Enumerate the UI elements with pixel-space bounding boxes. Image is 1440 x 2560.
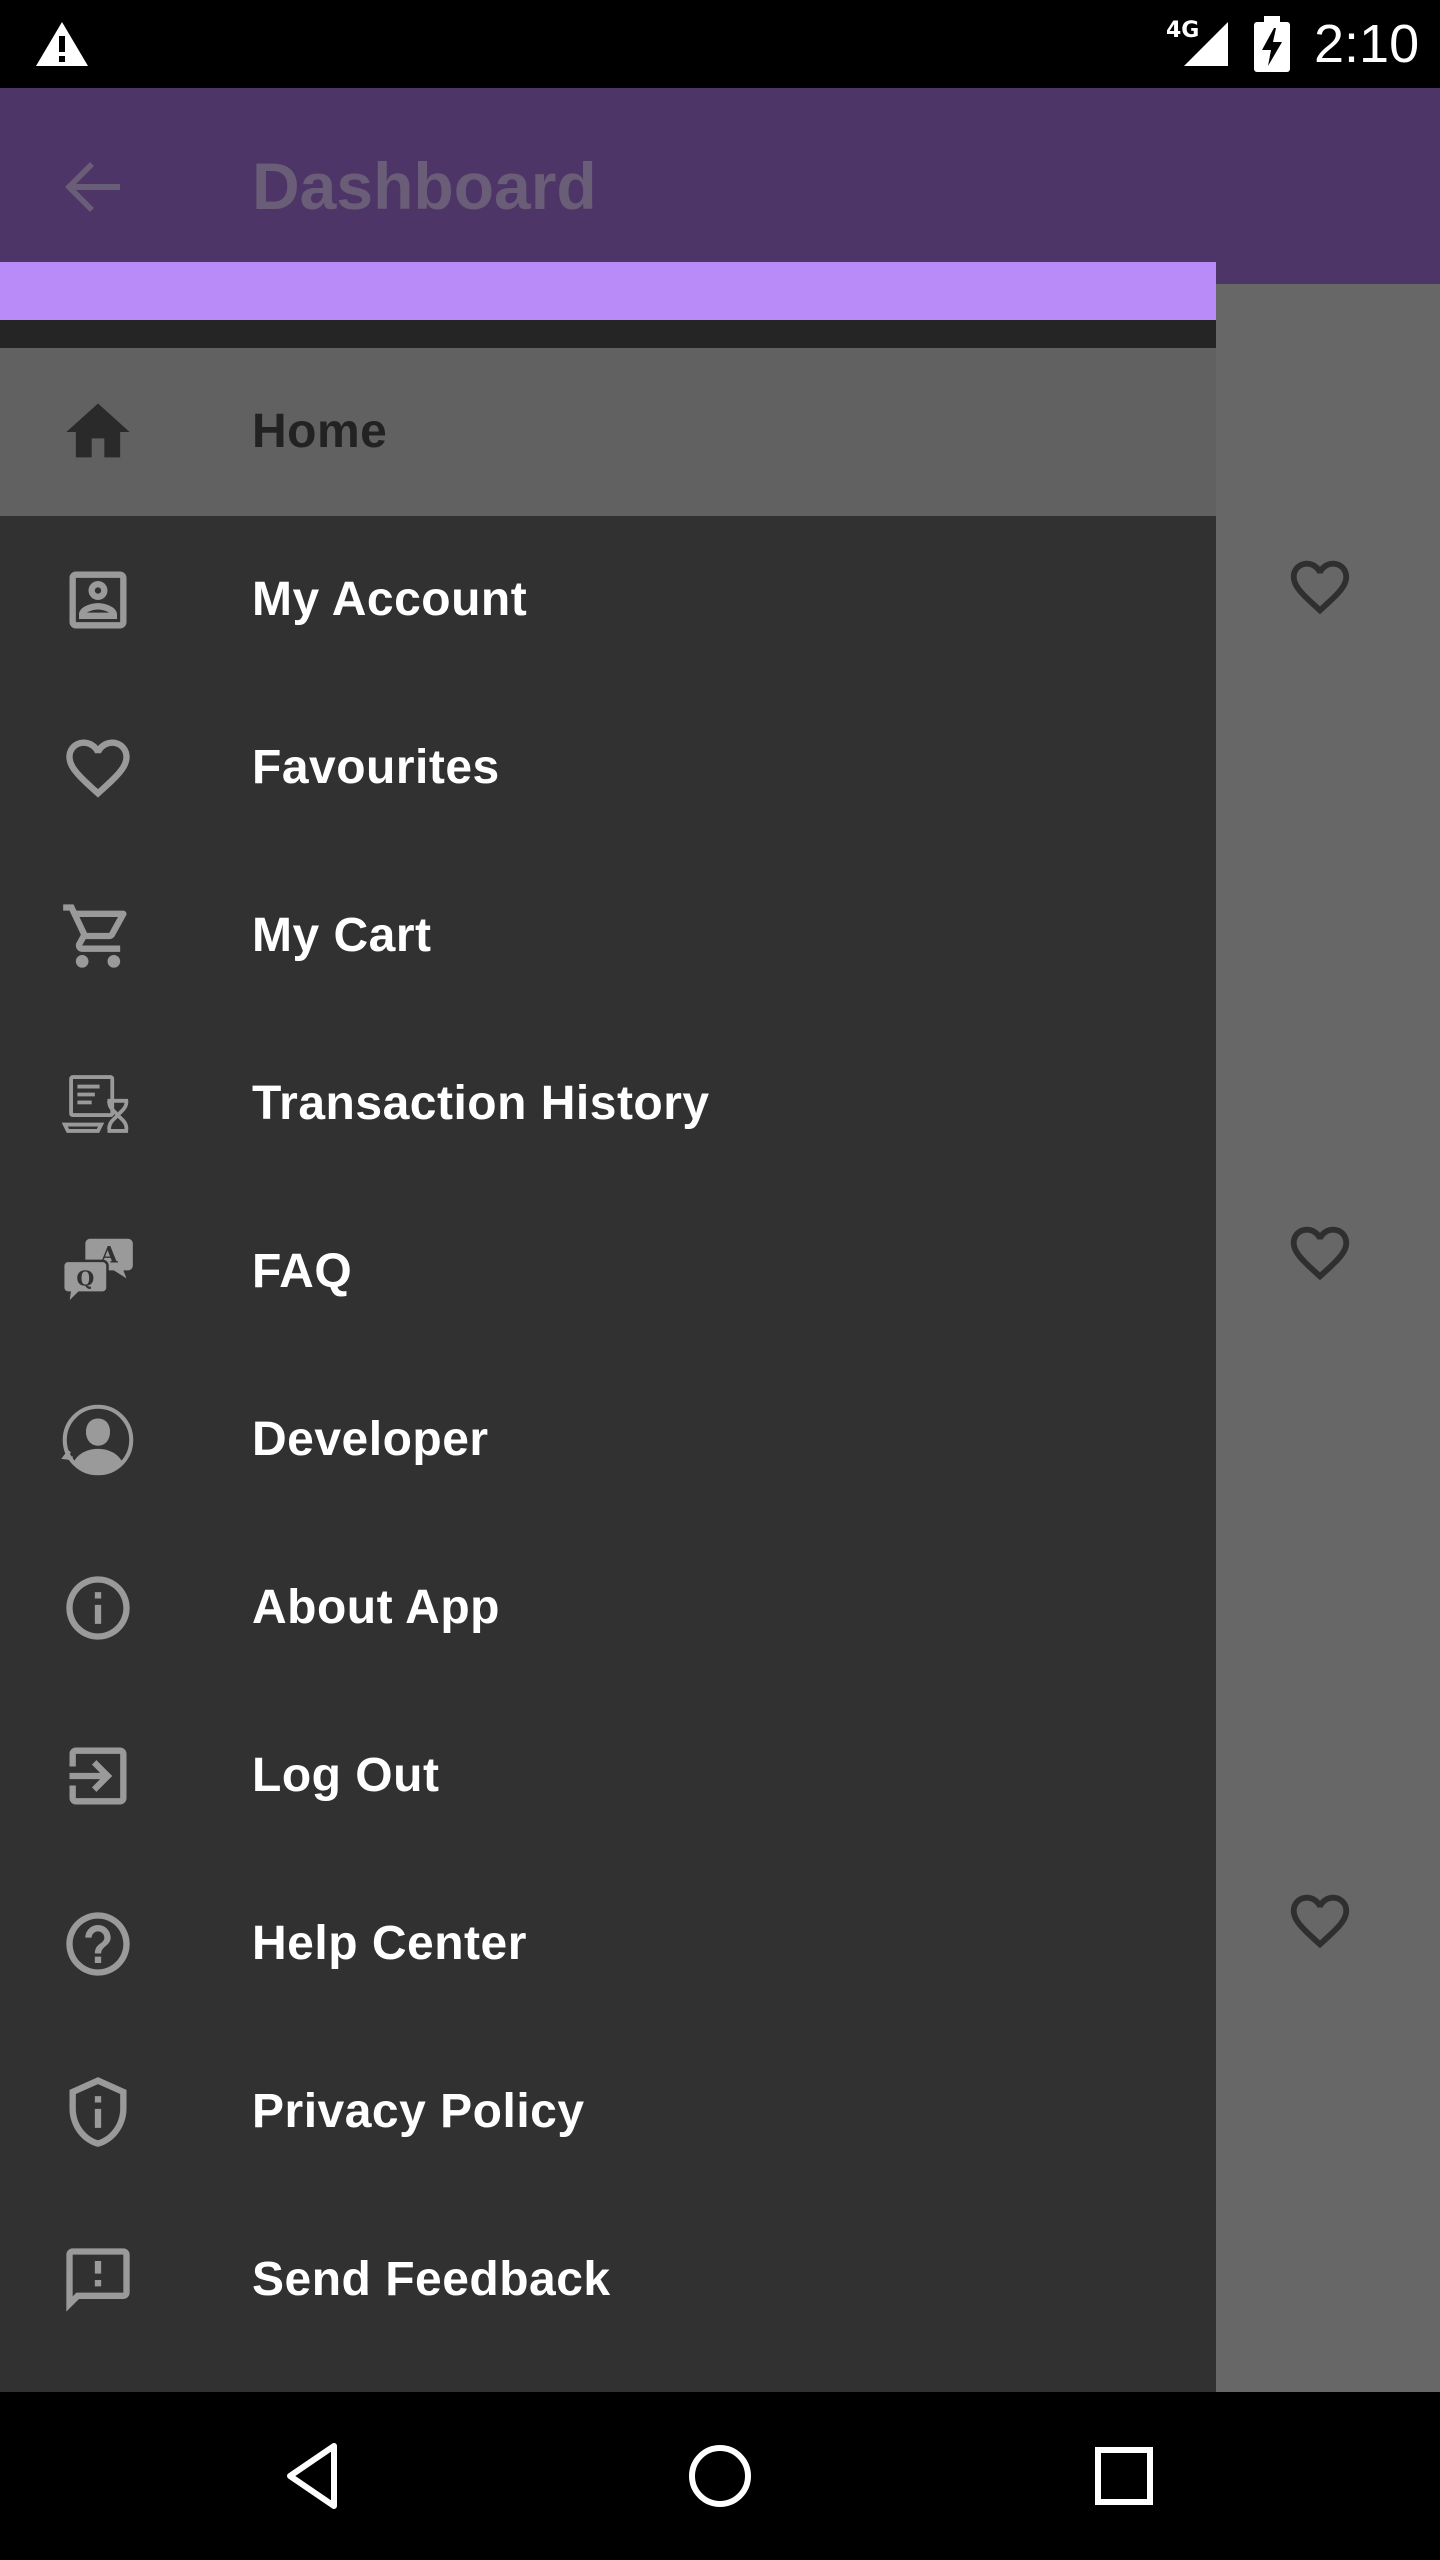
menu-item-send-feedback[interactable]: Send Feedback [0, 2196, 1216, 2364]
clock: 2:10 [1314, 14, 1420, 74]
menu-item-label: Privacy Policy [252, 2085, 585, 2138]
menu-item-label: Help Center [252, 1917, 527, 1970]
logout-icon [54, 1738, 142, 1814]
menu-item-label: Favourites [252, 741, 500, 794]
back-nav-icon[interactable] [272, 2432, 360, 2520]
recents-nav-icon[interactable] [1080, 2432, 1168, 2520]
heart-outline-icon[interactable] [1282, 552, 1358, 622]
menu-item-label: Transaction History [252, 1077, 710, 1130]
menu-item-privacy-policy[interactable]: Privacy Policy [0, 2028, 1216, 2196]
help-icon [54, 1906, 142, 1982]
info-icon [54, 1570, 142, 1646]
menu-item-developer[interactable]: Developer [0, 1356, 1216, 1524]
developer-icon [54, 1402, 142, 1478]
transaction-history-icon [54, 1066, 142, 1142]
menu-item-label: Developer [252, 1413, 489, 1466]
menu-item-log-out[interactable]: Log Out [0, 1692, 1216, 1860]
menu-item-favourites[interactable]: Favourites [0, 684, 1216, 852]
menu-item-my-account[interactable]: My Account [0, 516, 1216, 684]
drawer-menu: Home My Account Favourites My Cart Trans… [0, 348, 1216, 2364]
menu-item-label: Home [252, 405, 388, 458]
account-box-icon [54, 562, 142, 638]
menu-item-label: My Account [252, 573, 528, 626]
heart-outline-icon [54, 730, 142, 806]
drawer-divider [0, 320, 1216, 348]
navigation-drawer: Home My Account Favourites My Cart Trans… [0, 262, 1216, 2392]
system-nav-bar [0, 2392, 1440, 2560]
menu-item-help-center[interactable]: Help Center [0, 1860, 1216, 2028]
battery-charging-icon [1254, 16, 1290, 72]
shield-icon [54, 2074, 142, 2150]
feedback-icon [54, 2242, 142, 2318]
drawer-header [0, 262, 1216, 320]
heart-outline-icon[interactable] [1282, 1218, 1358, 1288]
back-arrow-icon[interactable] [62, 156, 124, 218]
menu-item-about-app[interactable]: About App [0, 1524, 1216, 1692]
menu-item-label: Send Feedback [252, 2253, 611, 2306]
page-title: Dashboard [252, 149, 597, 223]
svg-text:Q: Q [76, 1266, 94, 1290]
warning-icon [36, 22, 88, 66]
menu-item-label: About App [252, 1581, 500, 1634]
home-icon [54, 394, 142, 470]
menu-item-faq[interactable]: A Q FAQ [0, 1188, 1216, 1356]
menu-item-transaction-history[interactable]: Transaction History [0, 1020, 1216, 1188]
status-bar: 4G 2:10 [0, 0, 1440, 88]
menu-item-label: Log Out [252, 1749, 440, 1802]
menu-item-my-cart[interactable]: My Cart [0, 852, 1216, 1020]
signal-icon [1184, 22, 1228, 66]
cart-icon [54, 898, 142, 974]
faq-icon: A Q [54, 1234, 142, 1310]
app-bar: Dashboard [0, 88, 1440, 284]
heart-outline-icon[interactable] [1282, 1886, 1358, 1956]
home-nav-icon[interactable] [676, 2432, 764, 2520]
menu-item-home[interactable]: Home [0, 348, 1216, 516]
menu-item-label: My Cart [252, 909, 432, 962]
menu-item-label: FAQ [252, 1245, 353, 1298]
